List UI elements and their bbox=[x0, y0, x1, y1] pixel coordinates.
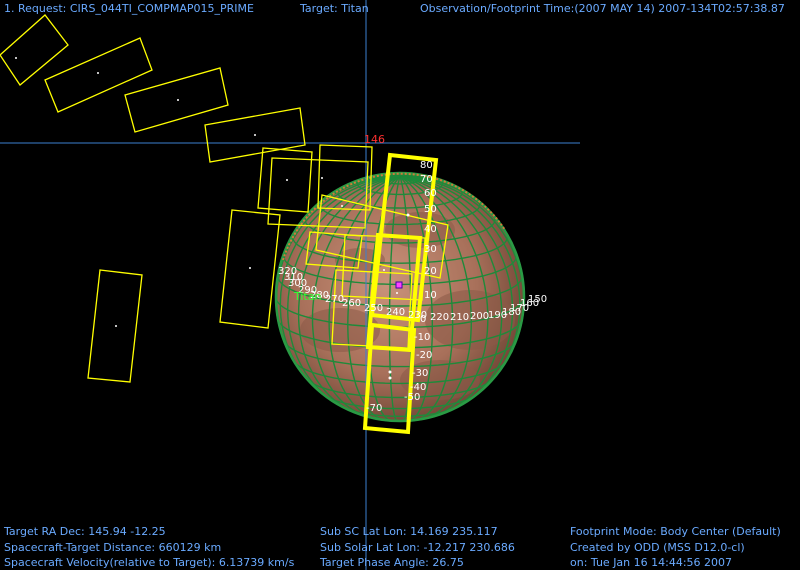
target-ra-dec: Target RA Dec: 145.94 -12.25 bbox=[3, 525, 166, 538]
spacecraft-velocity: Spacecraft Velocity(relative to Target):… bbox=[4, 556, 295, 569]
lat-label: 10 bbox=[424, 290, 437, 301]
lon-label: 240 bbox=[386, 307, 405, 318]
sub-solar-lat-lon: Sub Solar Lat Lon: -12.217 230.686 bbox=[320, 541, 515, 554]
lon-label: 190 bbox=[488, 310, 507, 321]
target-label: Target: Titan bbox=[299, 2, 369, 15]
observation-time: Observation/Footprint Time:(2007 MAY 14)… bbox=[420, 2, 785, 15]
crosshair-label: 146 bbox=[364, 133, 385, 146]
footprint-mode: Footprint Mode: Body Center (Default) bbox=[570, 525, 781, 538]
lat-label: 30 bbox=[424, 244, 437, 255]
sub-sc-lat-lon: Sub SC Lat Lon: 14.169 235.117 bbox=[320, 525, 498, 538]
lat-label: 40 bbox=[424, 224, 437, 235]
body-label: Titan bbox=[293, 290, 321, 303]
lat-label: -50 bbox=[404, 392, 420, 403]
lat-label: 70 bbox=[420, 174, 433, 185]
lon-label: 250 bbox=[364, 303, 383, 314]
spacecraft-distance: Spacecraft-Target Distance: 660129 km bbox=[4, 541, 221, 554]
lat-label: 60 bbox=[424, 188, 437, 199]
footprint bbox=[124, 67, 229, 133]
observation-view: 146 80706050403020100-10-20-30-40-50-70 … bbox=[0, 0, 785, 570]
footprint bbox=[44, 37, 153, 113]
lon-label: 320 bbox=[278, 266, 297, 277]
lon-label: 220 bbox=[430, 312, 449, 323]
lat-label: -10 bbox=[414, 332, 430, 343]
phase-angle: Target Phase Angle: 26.75 bbox=[319, 556, 464, 569]
created-on: on: Tue Jan 16 14:44:56 2007 bbox=[570, 556, 732, 569]
footprint bbox=[257, 147, 313, 213]
lat-label: -70 bbox=[366, 403, 382, 414]
lon-label: 230 bbox=[408, 310, 427, 321]
lon-label: 200 bbox=[470, 311, 489, 322]
lon-label: 210 bbox=[450, 312, 469, 323]
lon-label: 260 bbox=[342, 298, 361, 309]
created-by: Created by ODD (MSS D12.0-cl) bbox=[570, 541, 745, 554]
lat-label: 20 bbox=[424, 266, 437, 277]
lat-label: 50 bbox=[424, 204, 437, 215]
lat-label: -20 bbox=[416, 350, 432, 361]
request-label: 1. Request: CIRS_044TI_COMPMAP015_PRIME bbox=[4, 2, 254, 15]
lat-label: -30 bbox=[412, 368, 428, 379]
sub-spacecraft-marker bbox=[395, 281, 403, 289]
lat-label: 80 bbox=[420, 160, 433, 171]
